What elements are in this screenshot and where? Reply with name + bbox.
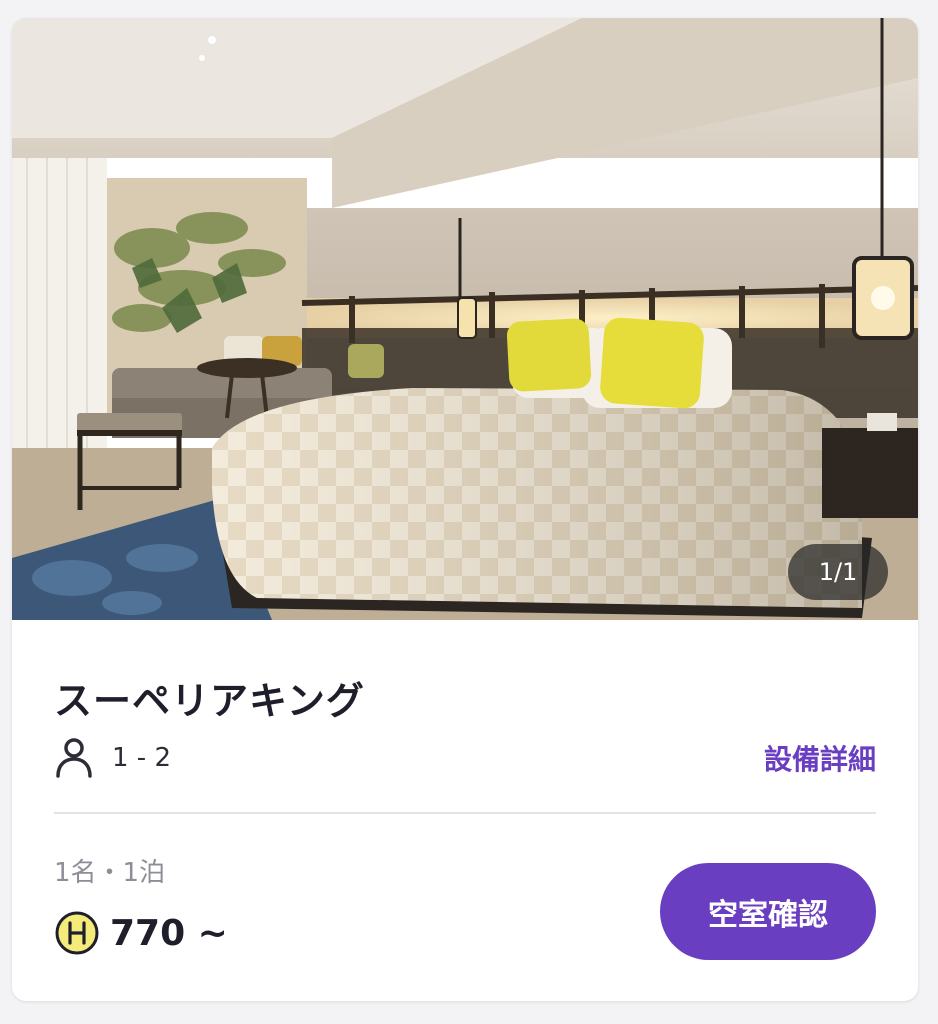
image-counter-text: 1/1 bbox=[818, 558, 858, 586]
room-card: 1/1 スーペリアキング 1 - 2 設備詳細 1名・1泊 770 ~ 空室確認 bbox=[12, 18, 918, 1001]
check-availability-button[interactable]: 空室確認 bbox=[660, 863, 876, 960]
price-row: 770 ~ bbox=[54, 908, 228, 958]
price-amount: 770 ~ bbox=[110, 912, 228, 954]
capacity-text: 1 - 2 bbox=[112, 743, 171, 773]
capacity-row: 1 - 2 bbox=[54, 736, 171, 780]
room-photo-image bbox=[12, 18, 918, 620]
room-photo[interactable]: 1/1 bbox=[12, 18, 918, 620]
stay-summary: 1名・1泊 bbox=[54, 858, 166, 888]
room-title: スーペリアキング bbox=[54, 679, 365, 723]
divider bbox=[54, 812, 876, 814]
h-coin-icon bbox=[55, 911, 99, 955]
person-icon bbox=[56, 738, 92, 778]
amenities-details-link[interactable]: 設備詳細 bbox=[764, 738, 876, 778]
check-availability-label: 空室確認 bbox=[708, 897, 828, 933]
image-counter-badge: 1/1 bbox=[788, 544, 888, 600]
